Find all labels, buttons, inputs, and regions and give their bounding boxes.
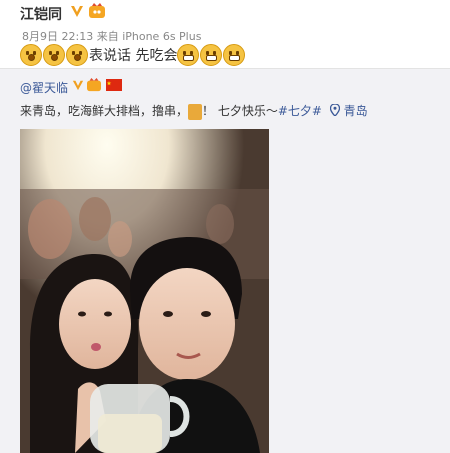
repost-text: 来青岛，吃海鲜大排档，撸串， ！ 七夕快乐～#七夕# 青岛 [20, 102, 368, 120]
post-text: 表说话 先吃会 [89, 48, 178, 64]
post-content: 表说话 先吃会 [20, 44, 246, 66]
hush-emoji-icon [20, 44, 42, 66]
hush-emoji-icon [66, 44, 88, 66]
grin-emoji-icon [223, 44, 246, 66]
post-source: 来自 iPhone 6s Plus [96, 30, 202, 43]
beer-emoji-icon [188, 103, 203, 120]
verified-v-icon [72, 80, 84, 91]
grin-emoji-icon [200, 44, 223, 66]
verified-v-icon [71, 6, 83, 17]
member-level-icon[interactable] [86, 78, 102, 92]
post-time[interactable]: 22:13 [62, 30, 94, 43]
china-flag-icon [106, 79, 122, 91]
grin-emoji-icon [177, 44, 200, 66]
selfie-photo-image [20, 129, 269, 453]
selfie-photo[interactable] [20, 129, 269, 453]
location-link[interactable]: 青岛 [344, 104, 368, 118]
hashtag-link[interactable]: #七夕# [278, 104, 322, 118]
hush-emoji-icon [43, 44, 65, 66]
repost-card: @翟天临 来青岛，吃海鲜大排档，撸串， ！ 七夕快乐～#七夕# 青岛 [0, 68, 450, 453]
repost-text-greeting: ！ 七夕快乐～ [202, 104, 278, 118]
post-date[interactable]: 8月9日 [22, 30, 58, 43]
post-meta: 8月9日 22:13 来自 iPhone 6s Plus [22, 28, 201, 44]
weibo-post: 江铠同 8月9日 22:13 来自 iPhone 6s Plus 表说话 先吃会… [0, 0, 450, 453]
repost-author[interactable]: @翟天临 [20, 79, 68, 96]
member-level-icon[interactable] [88, 3, 106, 19]
author-name[interactable]: 江铠同 [20, 4, 62, 24]
repost-text-main: 来青岛，吃海鲜大排档，撸串， [20, 104, 189, 118]
location-pin-icon [329, 103, 340, 117]
